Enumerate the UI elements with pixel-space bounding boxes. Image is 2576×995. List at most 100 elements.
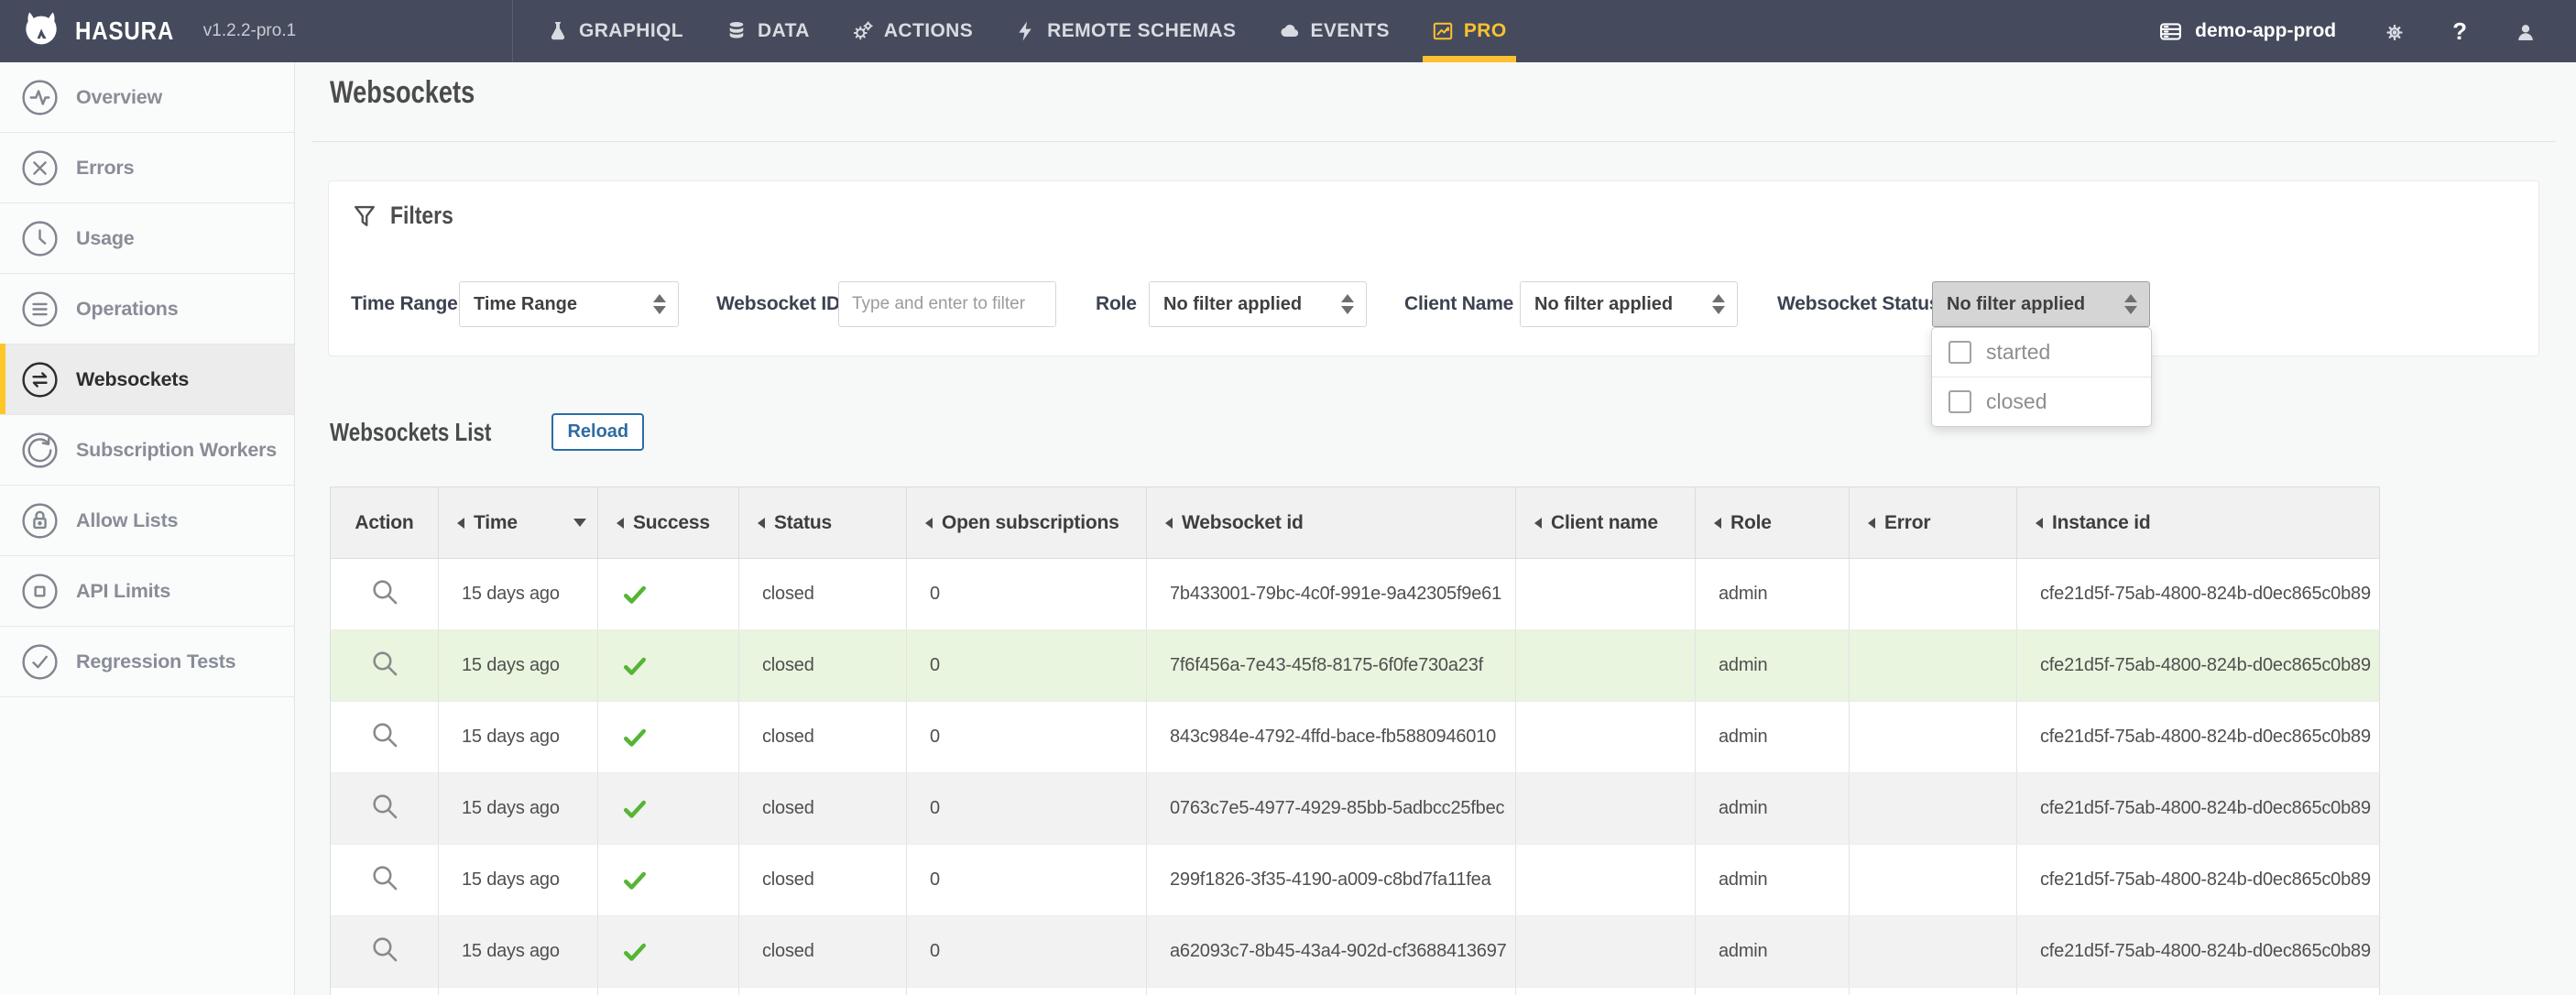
row-inspect-button[interactable]	[369, 862, 400, 893]
action-cell	[331, 845, 439, 916]
sidebar-item-label: Usage	[76, 227, 135, 250]
sort-triangle-icon	[925, 518, 933, 529]
empty-cell	[907, 988, 1147, 995]
status-option-started[interactable]: started	[1932, 328, 2151, 377]
table-row: 15 days agoclosed0299f1826-3f35-4190-a00…	[331, 845, 2380, 916]
empty-cell	[1696, 988, 1850, 995]
role-value: No filter applied	[1163, 294, 1302, 315]
sort-desc-caret-icon	[573, 519, 586, 527]
action-cell	[331, 702, 439, 773]
nav-item-label: REMOTE SCHEMAS	[1047, 20, 1236, 42]
column-header-websocket-id[interactable]: Websocket id	[1147, 487, 1516, 559]
column-header-inner: Websocket id	[1147, 512, 1515, 534]
row-inspect-button[interactable]	[369, 648, 400, 679]
sidebar-item-api-limits[interactable]: API Limits	[0, 556, 294, 627]
instance-id-cell: cfe21d5f-75ab-4800-824b-d0ec865c0b89	[2017, 916, 2380, 988]
filters-heading: Filters	[351, 202, 464, 230]
row-inspect-button[interactable]	[369, 576, 400, 607]
column-header-instance-id[interactable]: Instance id	[2017, 487, 2380, 559]
open-subscriptions-cell: 0	[907, 559, 1147, 630]
websocket-id-input[interactable]	[838, 281, 1056, 327]
cloud-icon	[1278, 20, 1300, 42]
reload-button[interactable]: Reload	[551, 413, 644, 451]
column-header-success[interactable]: Success	[598, 487, 739, 559]
sidebar-item-usage[interactable]: Usage	[0, 203, 294, 274]
websocket-id-cell: 7f6f456a-7e43-45f8-8175-6f0fe730a23f	[1147, 630, 1516, 702]
nav-item-pro[interactable]: PRO	[1411, 0, 1528, 62]
websocket-status-select[interactable]: No filter applied	[1932, 281, 2150, 327]
role-cell: admin	[1696, 773, 1850, 845]
open-subscriptions-cell: 0	[907, 916, 1147, 988]
sidebar-item-errors[interactable]: Errors	[0, 133, 294, 203]
instance-id-cell: cfe21d5f-75ab-4800-824b-d0ec865c0b89	[2017, 559, 2380, 630]
magnifier-icon	[369, 791, 400, 822]
client-name-label: Client Name	[1404, 293, 1513, 315]
time-range-value: Time Range	[474, 294, 577, 315]
role-cell: admin	[1696, 916, 1850, 988]
table-row: 15 days agoclosed0843c984e-4792-4ffd-bac…	[331, 702, 2380, 773]
checkbox-started[interactable]	[1948, 341, 1971, 364]
column-header-open-subscriptions[interactable]: Open subscriptions	[907, 487, 1147, 559]
checkbox-closed[interactable]	[1948, 390, 1971, 413]
role-cell: admin	[1696, 630, 1850, 702]
account-button[interactable]	[2513, 19, 2538, 44]
list-circle-icon	[21, 290, 59, 328]
sidebar-item-label: Subscription Workers	[76, 439, 277, 462]
brand[interactable]: HASURA v1.2.2-pro.1	[0, 0, 513, 62]
sidebar-item-subscription-workers[interactable]: Subscription Workers	[0, 415, 294, 486]
sidebar-item-websockets[interactable]: Websockets	[0, 344, 294, 415]
websocket-id-label: Websocket ID	[716, 293, 840, 315]
column-header-role[interactable]: Role	[1696, 487, 1850, 559]
column-header-client-name[interactable]: Client name	[1516, 487, 1696, 559]
error-cell	[1850, 630, 2017, 702]
column-header-status[interactable]: Status	[739, 487, 907, 559]
instance-id-cell: cfe21d5f-75ab-4800-824b-d0ec865c0b89	[2017, 702, 2380, 773]
sidebar-item-label: Regression Tests	[76, 651, 235, 673]
project-switcher[interactable]: demo-app-prod	[2158, 19, 2336, 44]
check-icon	[621, 938, 649, 966]
version-label: v1.2.2-pro.1	[203, 21, 296, 41]
websocket-id-cell: a62093c7-8b45-43a4-902d-cf3688413697	[1147, 916, 1516, 988]
sidebar-item-overview[interactable]: Overview	[0, 62, 294, 133]
status-cell: closed	[739, 630, 907, 702]
sidebar-item-operations[interactable]: Operations	[0, 274, 294, 344]
lock-icon	[21, 502, 59, 540]
column-label: Websocket id	[1182, 512, 1304, 534]
role-label: Role	[1096, 293, 1137, 315]
error-cell	[1850, 916, 2017, 988]
select-arrows-icon	[653, 294, 666, 314]
select-arrows-icon	[1712, 294, 1725, 314]
client-name-select[interactable]: No filter applied	[1520, 281, 1738, 327]
row-inspect-button[interactable]	[369, 934, 400, 965]
select-arrows-icon	[1341, 294, 1354, 314]
nav-item-events[interactable]: EVENTS	[1257, 0, 1410, 62]
row-inspect-button[interactable]	[369, 719, 400, 750]
nav-item-remote-schemas[interactable]: REMOTE SCHEMAS	[994, 0, 1257, 62]
sidebar-item-allow-lists[interactable]: Allow Lists	[0, 486, 294, 556]
column-label: Instance id	[2052, 512, 2151, 534]
time-range-select[interactable]: Time Range	[459, 281, 679, 327]
column-header-time[interactable]: Time	[439, 487, 598, 559]
list-heading-row: Websockets List Reload	[330, 413, 644, 451]
time-cell: 15 days ago	[439, 916, 598, 988]
magnifier-icon	[369, 576, 400, 607]
open-subscriptions-cell: 0	[907, 630, 1147, 702]
nav-item-data[interactable]: DATA	[704, 0, 831, 62]
sidebar-item-label: Overview	[76, 86, 162, 109]
column-header-error[interactable]: Error	[1850, 487, 2017, 559]
nav-item-graphiql[interactable]: GRAPHIQL	[526, 0, 704, 62]
success-cell	[598, 559, 739, 630]
role-select[interactable]: No filter applied	[1149, 281, 1367, 327]
refresh-icon	[21, 432, 59, 469]
status-option-closed[interactable]: closed	[1932, 377, 2151, 426]
empty-cell	[1516, 988, 1696, 995]
row-inspect-button[interactable]	[369, 791, 400, 822]
column-header-inner: Action	[331, 512, 438, 534]
time-range-label: Time Range	[351, 293, 458, 315]
sidebar-item-regression-tests[interactable]: Regression Tests	[0, 627, 294, 697]
open-subscriptions-cell: 0	[907, 702, 1147, 773]
settings-button[interactable]	[2382, 19, 2407, 44]
help-button[interactable]: ?	[2452, 19, 2467, 44]
nav-item-actions[interactable]: ACTIONS	[831, 0, 994, 62]
column-header-inner: Status	[739, 512, 906, 534]
